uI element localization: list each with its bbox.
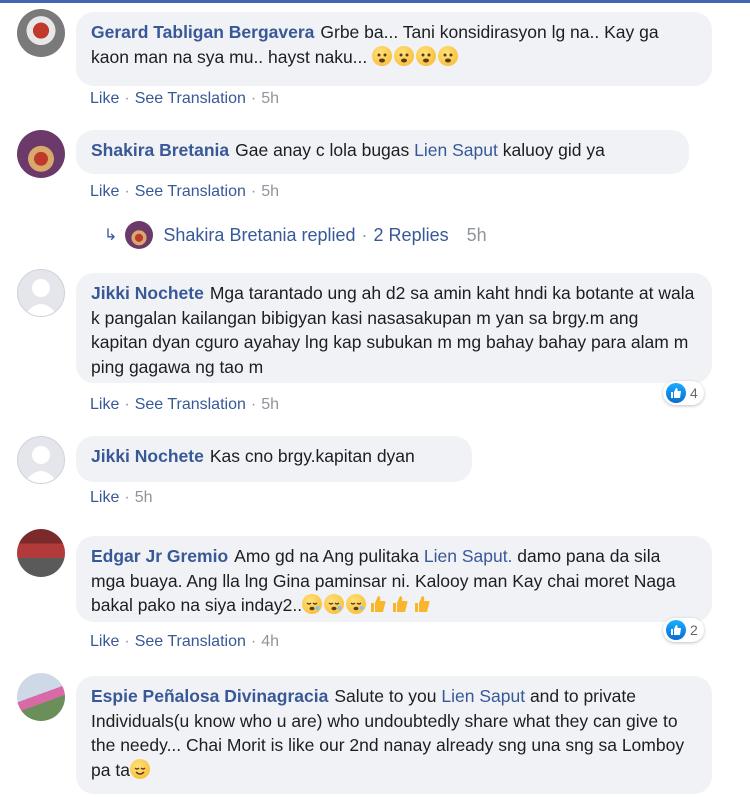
comment-bubble: Espie Peñalosa Divinagracia Salute to you… bbox=[76, 676, 712, 794]
comment-bubble: Edgar Jr Gremio Amo gd na Ang pulitaka Li… bbox=[76, 536, 712, 622]
comment-actions: Like · 5h bbox=[90, 489, 153, 506]
like-link[interactable]: Like bbox=[90, 396, 119, 413]
thumbs-up-icon bbox=[371, 596, 386, 612]
comment-text: Amo gd na Ang pulitaka bbox=[234, 546, 419, 566]
comment-actions: Like · See Translation · 4h bbox=[90, 633, 279, 650]
sleepy-face-icon bbox=[346, 594, 367, 614]
comment-actions: Like · See Translation · 5h bbox=[90, 90, 279, 107]
comment-text: Gae anay c lola bugas bbox=[235, 140, 410, 160]
avatar[interactable] bbox=[17, 529, 65, 577]
reaction-count: 4 bbox=[690, 385, 698, 401]
timestamp[interactable]: 5h bbox=[261, 183, 279, 200]
see-translation-link[interactable]: See Translation bbox=[135, 183, 246, 200]
avatar[interactable] bbox=[17, 130, 65, 178]
like-link[interactable]: Like bbox=[90, 633, 119, 650]
avatar[interactable] bbox=[17, 9, 65, 57]
emoji-group bbox=[372, 45, 460, 67]
mention-link[interactable]: Lien Saput. bbox=[424, 546, 513, 566]
worried-face-icon bbox=[416, 45, 437, 66]
comment-author[interactable]: Edgar Jr Gremio bbox=[91, 546, 228, 566]
timestamp[interactable]: 4h bbox=[261, 633, 279, 650]
sleepy-face-icon bbox=[302, 594, 323, 614]
comment-author[interactable]: Gerard Tabligan Bergavera bbox=[91, 22, 314, 42]
default-avatar-icon bbox=[24, 279, 58, 316]
see-translation-link[interactable]: See Translation bbox=[135, 90, 246, 107]
comment-text: Kas cno brgy.kapitan dyan bbox=[209, 446, 415, 466]
worried-face-icon bbox=[372, 45, 393, 66]
avatar[interactable] bbox=[17, 436, 65, 484]
relieved-face-icon bbox=[129, 758, 150, 779]
replied-label: replied bbox=[301, 224, 356, 245]
avatar[interactable] bbox=[17, 269, 65, 317]
reply-author: Shakira Bretania bbox=[163, 224, 297, 245]
reply-count: 2 Replies bbox=[373, 224, 449, 245]
like-link[interactable]: Like bbox=[90, 489, 119, 506]
like-icon bbox=[666, 620, 686, 640]
thumbs-up-icon bbox=[393, 596, 408, 612]
comment-author[interactable]: Jikki Nochete bbox=[91, 283, 204, 303]
comment-bubble: Gerard Tabligan Bergavera Grbe ba... Tani… bbox=[76, 12, 712, 86]
default-avatar-icon bbox=[24, 446, 58, 483]
replies-link[interactable]: ↳ Shakira Bretania replied · 2 Replies 5h bbox=[104, 221, 487, 249]
timestamp: 5h bbox=[466, 224, 487, 245]
comment-bubble: Jikki Nochete Mga tarantado ung ah d2 sa … bbox=[76, 273, 712, 383]
comment-actions: Like · See Translation · 5h bbox=[90, 183, 279, 200]
avatar[interactable] bbox=[17, 673, 65, 721]
comment-author[interactable]: Jikki Nochete bbox=[91, 446, 204, 466]
worried-face-icon bbox=[438, 45, 459, 66]
reaction-badge[interactable]: 4 bbox=[663, 381, 704, 405]
thumbs-up-icon bbox=[415, 596, 430, 612]
comment-text: Salute to you bbox=[334, 686, 437, 706]
like-link[interactable]: Like bbox=[90, 183, 119, 200]
comment-actions: Like · See Translation · 5h bbox=[90, 396, 279, 413]
comment-bubble: Shakira Bretania Gae anay c lola bugas Li… bbox=[76, 130, 689, 174]
mention-link[interactable]: Lien Saput bbox=[441, 686, 525, 706]
reaction-badge[interactable]: 2 bbox=[663, 618, 704, 642]
reply-arrow-icon: ↳ bbox=[104, 227, 118, 244]
timestamp[interactable]: 5h bbox=[261, 396, 279, 413]
comment-text: kaluoy gid ya bbox=[502, 140, 605, 160]
timestamp[interactable]: 5h bbox=[261, 90, 279, 107]
avatar bbox=[125, 221, 154, 249]
comment-author[interactable]: Espie Peñalosa Divinagracia bbox=[91, 686, 328, 706]
sleepy-face-icon bbox=[324, 594, 345, 614]
top-border bbox=[0, 0, 750, 3]
see-translation-link[interactable]: See Translation bbox=[135, 633, 246, 650]
worried-face-icon bbox=[394, 45, 415, 66]
timestamp[interactable]: 5h bbox=[135, 489, 153, 506]
reaction-count: 2 bbox=[690, 622, 698, 638]
comment-bubble: Jikki Nochete Kas cno brgy.kapitan dyan bbox=[76, 436, 472, 482]
like-icon bbox=[666, 383, 686, 403]
like-link[interactable]: Like bbox=[90, 90, 119, 107]
comment-author[interactable]: Shakira Bretania bbox=[91, 140, 229, 160]
emoji-group bbox=[302, 594, 434, 615]
see-translation-link[interactable]: See Translation bbox=[135, 396, 246, 413]
mention-link[interactable]: Lien Saput bbox=[414, 140, 498, 160]
